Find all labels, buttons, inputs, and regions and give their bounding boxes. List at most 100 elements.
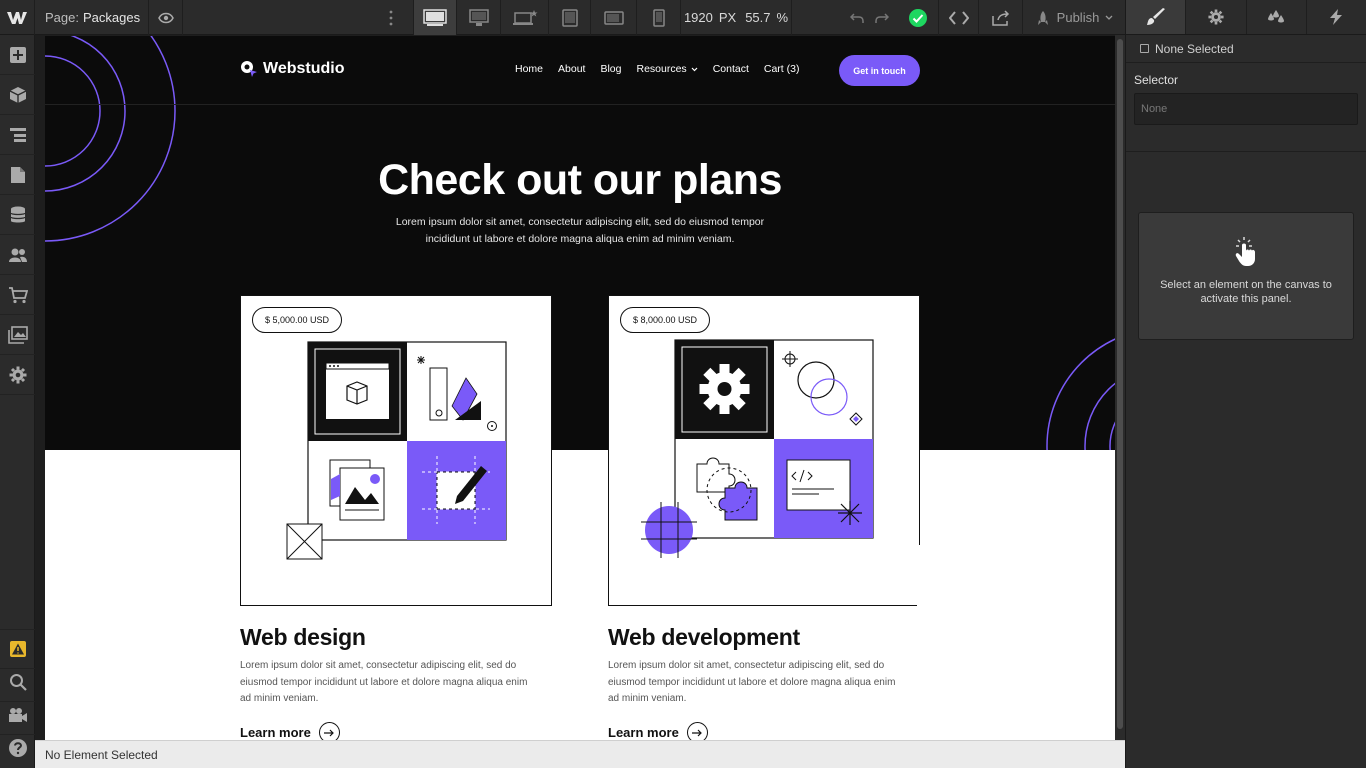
canvas-scrollbar-thumb[interactable] (1117, 39, 1123, 729)
assets-button[interactable] (0, 315, 35, 355)
selection-checkbox[interactable] (1140, 44, 1149, 53)
page-prefix: Page: (45, 10, 79, 25)
webflow-w-icon (7, 11, 27, 24)
canvas-scrollbar[interactable] (1115, 35, 1125, 740)
selector-placeholder: None (1141, 103, 1168, 115)
status-bar: No Element Selected (35, 740, 1125, 768)
none-selected-toggle[interactable]: None Selected (1126, 35, 1366, 63)
panel-body: Select an element on the canvas to activ… (1126, 153, 1366, 768)
pages-icon (10, 166, 25, 183)
get-in-touch-button[interactable]: Get in touch (839, 55, 920, 86)
page-selector[interactable]: Page: Packages (35, 0, 149, 35)
cms-database-icon (9, 206, 26, 222)
share-icon (991, 9, 1009, 26)
selector-section: Selector None (1126, 63, 1366, 152)
add-elements-button[interactable] (0, 35, 35, 75)
help-icon (8, 739, 27, 757)
breakpoint-tablet-button[interactable] (548, 0, 590, 35)
cart-icon (8, 286, 28, 303)
web-development-illustration (641, 339, 921, 607)
brand-name: Webstudio (263, 60, 345, 77)
canvas-width-unit: PX (718, 10, 737, 25)
nav-link-cart[interactable]: Cart (3) (764, 63, 800, 75)
breakpoint-mobile-landscape-button[interactable] (590, 0, 636, 35)
navigator-button[interactable] (0, 115, 35, 155)
preview-button[interactable] (149, 0, 183, 35)
vertical-dots-icon (389, 10, 393, 25)
learn-more-link-web-development[interactable]: Learn more (608, 722, 708, 740)
empty-state-message: Select an element on the canvas to activ… (1160, 279, 1332, 305)
share-button[interactable] (978, 0, 1022, 35)
add-icon (9, 46, 26, 63)
code-export-button[interactable] (938, 0, 978, 35)
pointer-click-icon (1235, 237, 1255, 266)
chevron-down-icon (691, 67, 698, 71)
tab-element-settings[interactable] (1185, 0, 1245, 34)
tab-interactions[interactable] (1305, 0, 1366, 34)
save-status-indicator[interactable] (900, 0, 936, 35)
hero-title: Check out our plans (378, 156, 782, 204)
breakpoint-laptop-button[interactable] (500, 0, 548, 35)
canvas-width: 1920 (683, 10, 713, 25)
plan-description-web-design: Lorem ipsum dolor sit amet, consectetur … (240, 660, 528, 704)
zoom-level: 55.7 (745, 10, 771, 25)
nav-link-blog[interactable]: Blog (600, 63, 621, 75)
left-sidebar (0, 35, 35, 768)
gear-icon (9, 366, 26, 383)
learn-more-link-web-design[interactable]: Learn more (240, 722, 340, 740)
navigator-icon (9, 127, 26, 142)
arrow-right-icon (686, 722, 708, 740)
pages-button[interactable] (0, 155, 35, 195)
status-text: No Element Selected (45, 747, 158, 762)
plan-description-web-development: Lorem ipsum dolor sit amet, consectetur … (608, 660, 896, 704)
breakpoint-base-button[interactable] (456, 0, 500, 35)
assets-images-icon (7, 325, 28, 344)
brand-logo-icon (241, 61, 257, 77)
ecommerce-button[interactable] (0, 275, 35, 315)
check-circle-icon (909, 8, 927, 27)
site-nav-links: Home About Blog Resources Contact Cart (… (515, 63, 799, 75)
breakpoint-mobile-portrait-button[interactable] (636, 0, 680, 35)
gear-icon (1208, 9, 1224, 25)
publish-button[interactable]: Publish (1022, 0, 1125, 35)
plan-card-web-development[interactable]: $ 8,000.00 USD (608, 295, 921, 607)
canvas-size-readout[interactable]: 1920 PX 55.7 % (680, 0, 792, 35)
chevron-down-icon (1105, 15, 1113, 20)
webflow-logo-button[interactable] (0, 0, 35, 35)
undo-icon (850, 12, 864, 23)
laptop-star-icon (512, 9, 537, 25)
tab-style-manager[interactable] (1245, 0, 1306, 34)
publish-label: Publish (1056, 10, 1100, 25)
selector-input[interactable]: None (1134, 93, 1358, 125)
selector-title: Selector (1134, 73, 1179, 87)
price-badge: $ 5,000.00 USD (252, 307, 343, 333)
designer-canvas-area: Webstudio Home About Blog Resources Cont… (35, 35, 1125, 740)
web-design-illustration (286, 341, 507, 560)
help-button[interactable] (0, 728, 35, 768)
settings-button[interactable] (0, 355, 35, 395)
site-brand-link[interactable]: Webstudio (240, 60, 344, 78)
page-canvas[interactable]: Webstudio Home About Blog Resources Cont… (45, 36, 1115, 740)
components-icon (9, 86, 26, 103)
hero-subtitle: Lorem ipsum dolor sit amet, consectetur … (395, 216, 765, 245)
breakpoint-desktop-button[interactable] (413, 0, 456, 35)
plan-card-web-design[interactable]: $ 5,000.00 USD (240, 295, 552, 606)
warning-icon (9, 641, 26, 657)
more-options-button[interactable] (374, 0, 408, 35)
tab-style[interactable] (1126, 0, 1186, 34)
decorative-arcs-right (1046, 338, 1115, 450)
learn-more-label: Learn more (240, 725, 311, 740)
nav-dropdown-resources[interactable]: Resources (636, 63, 698, 75)
style-panel: None Selected Selector None Select an el… (1125, 0, 1366, 768)
price-badge: $ 8,000.00 USD (620, 307, 711, 333)
components-button[interactable] (0, 75, 35, 115)
monitor-icon (468, 8, 489, 26)
nav-link-about[interactable]: About (558, 63, 585, 75)
users-button[interactable] (0, 235, 35, 275)
page-name: Packages (82, 10, 141, 25)
cms-button[interactable] (0, 195, 35, 235)
redo-button[interactable] (868, 0, 896, 35)
nav-link-home[interactable]: Home (515, 63, 543, 75)
video-camera-icon (8, 707, 27, 722)
nav-link-contact[interactable]: Contact (713, 63, 749, 75)
